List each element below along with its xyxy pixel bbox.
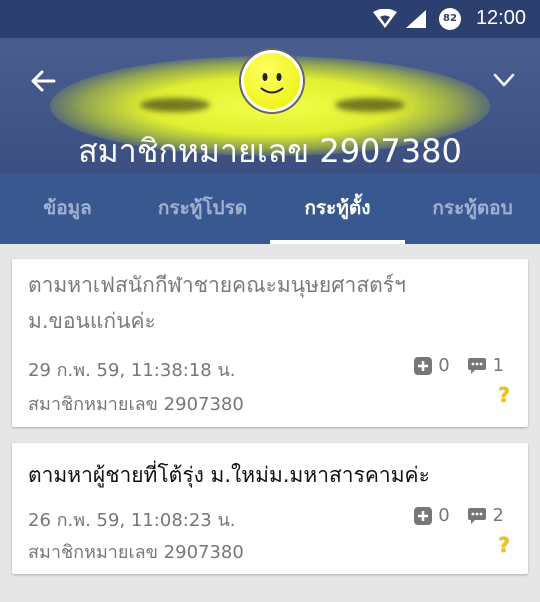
topic-card[interactable]: ตามหาเฟสนักกีฬาชายคณะมนุษยศาสตร์ฯ ม.ขอนแ… — [12, 259, 528, 427]
plus-count: 0 — [438, 505, 450, 526]
wifi-icon — [373, 9, 397, 28]
question-badge-icon: ? — [498, 383, 510, 407]
tab-replies[interactable]: กระทู้ตอบ — [405, 173, 540, 244]
tab-bar: ข้อมูล กระทู้โปรด กระทู้ตั้ง กระทู้ตอบ — [0, 173, 540, 244]
avatar[interactable] — [241, 50, 303, 112]
chevron-down-icon[interactable] — [492, 68, 516, 92]
topic-card[interactable]: ตามหาผู้ชายที่โต้รุ่ง ม.ใหม่ม.มหาสารคามค… — [12, 443, 528, 574]
topic-stats: 0 1 — [414, 355, 504, 376]
signal-icon — [406, 10, 426, 28]
topic-title-line: ตามหาเฟสนักกีฬาชายคณะมนุษยศาสตร์ฯ — [28, 273, 406, 297]
question-badge-icon: ? — [498, 533, 510, 557]
profile-header: สมาชิกหมายเลข 2907380 — [0, 38, 540, 173]
topic-author: สมาชิกหมายเลข 2907380 — [28, 542, 244, 563]
plus-count: 0 — [438, 355, 450, 376]
plus-icon — [414, 357, 433, 375]
topic-author: สมาชิกหมายเลข 2907380 — [28, 394, 244, 415]
status-bar: 82 12:00 — [0, 0, 540, 38]
battery-level: 82 — [443, 13, 457, 24]
clock: 12:00 — [475, 7, 526, 29]
tab-favorites[interactable]: กระทู้โปรด — [135, 173, 270, 244]
topic-date: 29 ก.พ. 59, 11:38:18 น. — [28, 360, 236, 381]
smiley-icon — [244, 53, 300, 109]
back-arrow-icon[interactable] — [28, 66, 58, 96]
topic-date: 26 ก.พ. 59, 11:08:23 น. — [28, 510, 236, 531]
tab-info[interactable]: ข้อมูล — [0, 173, 135, 244]
topic-stats: 0 2 — [414, 505, 504, 526]
plus-icon — [414, 507, 433, 525]
page-title: สมาชิกหมายเลข 2907380 — [78, 132, 462, 170]
comment-count: 2 — [492, 505, 504, 526]
tab-my-topics[interactable]: กระทู้ตั้ง — [270, 173, 405, 244]
comment-count: 1 — [492, 355, 504, 376]
comment-icon — [467, 508, 486, 524]
battery-icon: 82 — [439, 8, 461, 30]
topic-title-line: ม.ขอนแก่นค่ะ — [28, 309, 156, 333]
topic-title-line: ตามหาผู้ชายที่โต้รุ่ง ม.ใหม่ม.มหาสารคามค… — [28, 463, 430, 487]
comment-icon — [467, 358, 486, 374]
